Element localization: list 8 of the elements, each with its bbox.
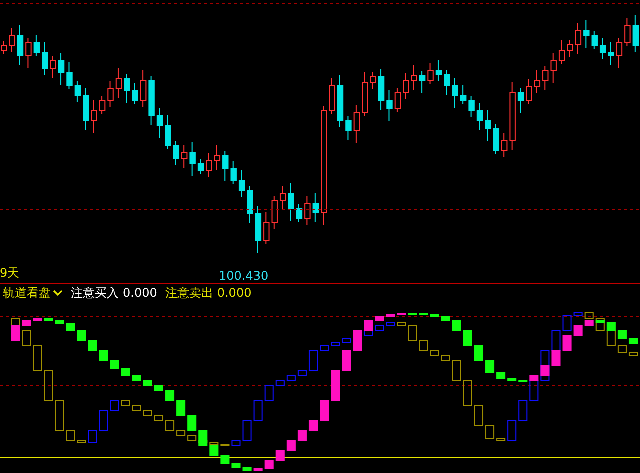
indicator-selector[interactable]: 轨道看盘 xyxy=(3,285,63,301)
reading-label: 注意买入 xyxy=(71,285,119,301)
chevron-down-icon xyxy=(53,290,63,296)
low-price-label: 100.430 xyxy=(219,268,269,284)
period-label: 9天 xyxy=(0,265,20,281)
reading-value: 0.000 xyxy=(123,285,158,301)
reading-value: 0.000 xyxy=(217,285,252,301)
reading-label: 注意卖出 xyxy=(165,285,214,301)
